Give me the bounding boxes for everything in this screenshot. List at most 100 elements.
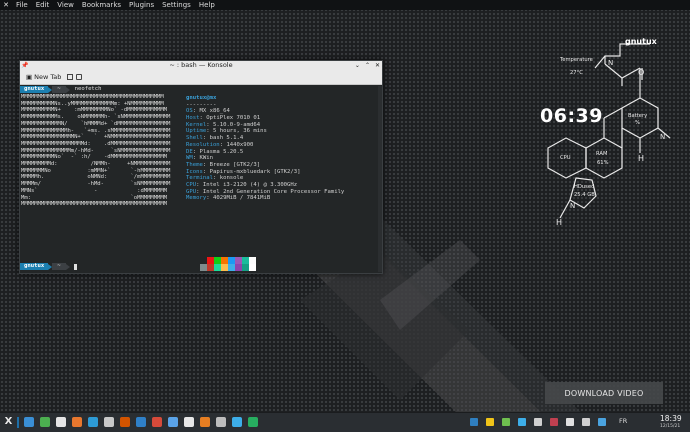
atom-n-bottom: N	[570, 202, 576, 210]
ram-value: 61%	[597, 160, 609, 166]
info-key: DE	[186, 148, 193, 155]
system-tray-icon[interactable]	[598, 418, 606, 426]
atom-n-top: N	[608, 59, 614, 67]
conky-username: gnutux	[625, 37, 657, 46]
system-tray-icon[interactable]	[518, 418, 526, 426]
top-menu-bar: ✕ File Edit View Bookmarks Plugins Setti…	[0, 0, 690, 10]
bottom-command-prompt: gnutux ~	[20, 263, 77, 270]
taskbar-app-icon[interactable]	[248, 417, 258, 427]
taskbar-app-icon[interactable]	[104, 417, 114, 427]
info-key: Host	[186, 115, 200, 122]
system-tray-icon[interactable]	[550, 418, 558, 426]
menu-help[interactable]: Help	[195, 0, 219, 10]
info-key: Uptime	[186, 128, 207, 135]
new-tab-button[interactable]: ▣ New Tab	[23, 73, 64, 81]
download-video-button[interactable]: DOWNLOAD VIDEO	[545, 382, 663, 404]
taskbar-app-icon[interactable]	[168, 417, 178, 427]
info-line: Kernel: 5.10.0-9-amd64	[186, 121, 261, 128]
system-tray-icon[interactable]	[566, 418, 574, 426]
hdd-value: 25.4 GB	[574, 192, 595, 198]
minimize-icon[interactable]: ⌄	[355, 61, 360, 70]
system-tray-icon[interactable]	[534, 418, 542, 426]
info-value: bash 5.1.4	[209, 135, 244, 142]
keyboard-layout[interactable]: FR	[619, 417, 627, 425]
taskbar-clock[interactable]: 18:39	[660, 415, 682, 423]
color-swatch	[221, 264, 228, 271]
new-tab-label: New Tab	[34, 73, 62, 81]
color-swatch	[207, 257, 214, 264]
taskbar-app-icon[interactable]	[200, 417, 210, 427]
menu-bookmarks[interactable]: Bookmarks	[78, 0, 125, 10]
taskbar-app-icon[interactable]	[120, 417, 130, 427]
color-swatch	[214, 257, 221, 264]
new-tab-icon: ▣	[26, 73, 33, 81]
konsole-window: 📌 ~ : bash — Konsole ⌄ ⌃ ✕ ▣ New Tab gnu…	[19, 60, 383, 274]
text-cursor	[73, 263, 77, 270]
taskbar-app-icon[interactable]	[40, 417, 50, 427]
taskbar-app-icon[interactable]	[184, 417, 194, 427]
window-titlebar[interactable]: 📌 ~ : bash — Konsole ⌄ ⌃ ✕	[20, 61, 382, 70]
taskbar-app-icon[interactable]	[56, 417, 66, 427]
color-swatch	[249, 264, 256, 271]
taskbar-app-icon[interactable]	[232, 417, 242, 427]
info-line: DE: Plasma 5.20.5	[186, 148, 244, 155]
color-swatch	[228, 257, 235, 264]
start-menu-icon[interactable]: X	[3, 416, 14, 428]
menu-edit[interactable]: Edit	[32, 0, 54, 10]
typed-command: neofetch	[74, 86, 102, 93]
prompt-directory: ~	[52, 86, 66, 93]
info-line: CPU: Intel i3-2120 (4) @ 3.300GHz	[186, 181, 298, 188]
terminal-scrollbar[interactable]	[378, 86, 382, 272]
info-header: gnutux@mx	[186, 95, 217, 101]
taskbar-app-icon[interactable]	[72, 417, 82, 427]
info-line: Uptime: 5 hours, 36 mins	[186, 128, 267, 135]
color-swatch	[242, 264, 249, 271]
menu-plugins[interactable]: Plugins	[125, 0, 158, 10]
pin-icon[interactable]: 📌	[20, 62, 30, 69]
atom-h-right: H	[638, 154, 645, 163]
taskbar-app-icon[interactable]	[136, 417, 146, 427]
prompt-user: gnutux	[20, 263, 49, 270]
menu-view[interactable]: View	[53, 0, 78, 10]
info-value: MX x86_64	[199, 108, 230, 115]
taskbar-app-icon[interactable]	[24, 417, 34, 427]
color-swatch	[249, 257, 256, 264]
terminal-area[interactable]: gnutux ~ neofetch MMMMMMMMMMMMMMMMMMMMMM…	[20, 86, 376, 272]
info-value: 5.10.0-9-amd64	[212, 121, 261, 128]
system-tray-icon[interactable]	[502, 418, 510, 426]
info-line: WM: KWin	[186, 155, 213, 162]
color-swatch	[235, 257, 242, 264]
info-value: Papirus-mxbluedark [GTK2/3]	[209, 168, 301, 175]
color-swatch	[228, 264, 235, 271]
info-line: GPU: Intel 2nd Generation Core Processor…	[186, 188, 345, 195]
info-key: Terminal	[186, 175, 213, 182]
system-tray-icon[interactable]	[470, 418, 478, 426]
ram-label: RAM	[596, 151, 608, 157]
split-view-icon[interactable]	[67, 74, 74, 80]
info-key: Shell	[186, 135, 203, 142]
system-tray-icon[interactable]	[582, 418, 590, 426]
close-icon[interactable]: ✕	[375, 61, 380, 70]
konsole-toolbar: ▣ New Tab	[20, 70, 382, 85]
split-view-horizontal-icon[interactable]	[76, 74, 83, 80]
taskbar-date[interactable]: 12/15/21	[660, 424, 680, 429]
menu-file[interactable]: File	[12, 0, 32, 10]
info-line: Icons: Papirus-mxbluedark [GTK2/3]	[186, 168, 301, 175]
neofetch-info: gnutux@mx --------- OS: MX x86_64 Host: O…	[186, 95, 344, 202]
info-key: Memory	[186, 195, 207, 202]
battery-label: Battery	[628, 113, 648, 119]
conky-widget: gnutux Temperature 27°C N O 06:39 Batter…	[530, 28, 680, 238]
cpu-label: CPU	[560, 155, 571, 161]
info-value: Intel i3-2120 (4) @ 3.300GHz	[202, 181, 298, 188]
hdd-label: HDused	[574, 184, 595, 190]
atom-n-right: N	[660, 133, 666, 141]
taskbar-app-icon[interactable]	[216, 417, 226, 427]
system-tray-icon[interactable]	[486, 418, 494, 426]
taskbar-app-icon[interactable]	[152, 417, 162, 427]
taskbar-app-icon[interactable]	[88, 417, 98, 427]
info-key: Icons	[186, 168, 203, 175]
prompt-user: gnutux	[20, 86, 49, 93]
info-line: Shell: bash 5.1.4	[186, 135, 244, 142]
maximize-icon[interactable]: ⌃	[365, 61, 370, 70]
menu-settings[interactable]: Settings	[158, 0, 195, 10]
